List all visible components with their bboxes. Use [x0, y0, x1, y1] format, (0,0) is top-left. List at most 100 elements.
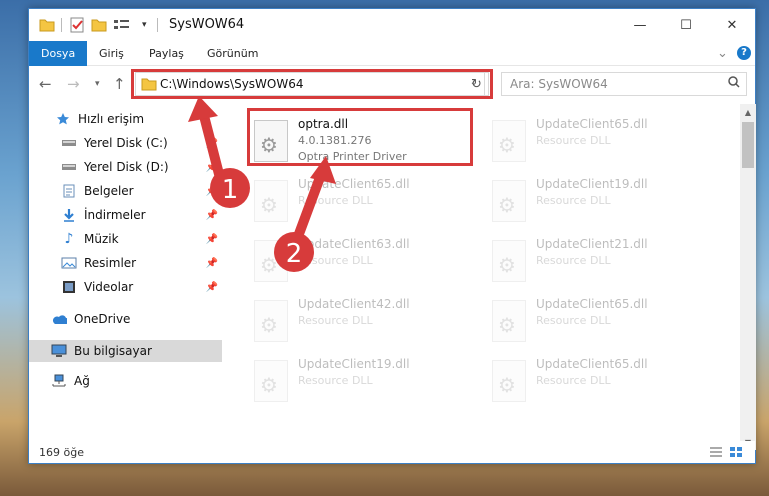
file-name: UpdateClient65.dll [298, 177, 410, 191]
sidebar-item-label: Resimler [84, 256, 137, 270]
vertical-scrollbar[interactable]: ▲ ▼ [740, 104, 756, 450]
file-description: Resource DLL [298, 314, 373, 327]
new-folder-icon[interactable] [91, 17, 107, 33]
scroll-up-icon[interactable]: ▲ [740, 104, 756, 120]
file-description: Resource DLL [298, 254, 373, 267]
file-item[interactable]: ⚙ UpdateClient65.dll Resource DLL [488, 294, 716, 350]
search-placeholder: Ara: SysWOW64 [510, 77, 608, 91]
sidebar-item-label: Bu bilgisayar [74, 344, 152, 358]
file-item[interactable]: ⚙ UpdateClient19.dll Resource DLL [488, 174, 716, 230]
sidebar-item-documents[interactable]: Belgeler 📌 [29, 180, 222, 202]
file-highlight-box [247, 108, 473, 166]
file-description: Resource DLL [298, 374, 373, 387]
file-item[interactable]: ⚙ UpdateClient63.dll Resource DLL [250, 234, 478, 290]
status-bar: 169 öğe [29, 441, 755, 463]
file-item[interactable]: ⚙ UpdateClient42.dll Resource DLL [250, 294, 478, 350]
sidebar-item-quick-access[interactable]: Hızlı erişim [29, 108, 222, 130]
recent-locations-icon[interactable]: ▾ [95, 79, 100, 89]
scroll-thumb[interactable] [742, 122, 754, 168]
pin-icon[interactable]: 📌 [206, 258, 218, 269]
address-highlight-box [131, 69, 493, 99]
search-box[interactable]: Ara: SysWOW64 [501, 72, 747, 96]
sidebar-item-music[interactable]: ♪ Müzik 📌 [29, 228, 222, 250]
sidebar-item-this-pc[interactable]: Bu bilgisayar [29, 340, 222, 362]
sidebar-item-network[interactable]: Ağ [29, 370, 222, 392]
up-arrow-icon[interactable]: ↑ [113, 75, 126, 93]
navigation-pane: Hızlı erişim Yerel Disk (C:) 📌 Yerel Dis… [29, 104, 222, 436]
file-name: UpdateClient19.dll [536, 177, 648, 191]
divider [61, 18, 62, 32]
sidebar-item-label: Videolar [84, 280, 134, 294]
sidebar-item-local-disk-d[interactable]: Yerel Disk (D:) 📌 [29, 156, 222, 178]
sidebar-item-label: Yerel Disk (C:) [84, 136, 168, 150]
view-options-icon[interactable] [113, 17, 131, 33]
dll-file-icon: ⚙ [492, 360, 526, 402]
folder-icon [39, 17, 55, 33]
pin-icon[interactable]: 📌 [206, 234, 218, 245]
file-description: Resource DLL [536, 374, 611, 387]
drive-icon [61, 135, 77, 151]
back-arrow-icon[interactable]: ← [39, 75, 52, 93]
sidebar-item-label: Hızlı erişim [78, 112, 145, 126]
dll-file-icon: ⚙ [254, 360, 288, 402]
file-name: UpdateClient65.dll [536, 357, 648, 371]
pin-icon[interactable]: 📌 [206, 138, 218, 149]
help-icon[interactable]: ? [737, 46, 751, 60]
tab-view[interactable]: Görünüm [207, 41, 258, 66]
file-item[interactable]: ⚙ UpdateClient65.dll Resource DLL [488, 114, 716, 170]
minimize-button[interactable]: — [617, 9, 663, 41]
sidebar-item-label: OneDrive [74, 312, 131, 326]
file-item[interactable]: ⚙ UpdateClient19.dll Resource DLL [250, 354, 478, 410]
file-item[interactable]: ⚙ UpdateClient65.dll Resource DLL [488, 354, 716, 410]
properties-icon[interactable] [69, 17, 85, 33]
details-view-icon[interactable] [709, 446, 723, 461]
window-title: SysWOW64 [169, 17, 245, 32]
sidebar-item-videos[interactable]: Videolar 📌 [29, 276, 222, 298]
sidebar-item-onedrive[interactable]: OneDrive [29, 308, 222, 330]
title-bar: ▾ SysWOW64 — ☐ ✕ [29, 9, 755, 41]
file-item[interactable]: ⚙ UpdateClient65.dll Resource DLL [250, 174, 478, 230]
large-icons-view-icon[interactable] [729, 446, 743, 461]
file-name: UpdateClient65.dll [536, 297, 648, 311]
sidebar-item-downloads[interactable]: İndirmeler 📌 [29, 204, 222, 226]
dll-file-icon: ⚙ [492, 120, 526, 162]
tab-file[interactable]: Dosya [29, 41, 88, 66]
tab-home[interactable]: Giriş [99, 41, 124, 66]
pin-icon[interactable]: 📌 [206, 210, 218, 221]
pin-icon[interactable]: 📌 [206, 282, 218, 293]
customize-toolbar-icon[interactable]: ▾ [142, 17, 147, 33]
sidebar-item-label: Yerel Disk (D:) [84, 160, 169, 174]
maximize-button[interactable]: ☐ [663, 9, 709, 41]
file-name: UpdateClient42.dll [298, 297, 410, 311]
file-item[interactable]: ⚙ UpdateClient21.dll Resource DLL [488, 234, 716, 290]
expand-ribbon-icon[interactable]: ⌄ [717, 41, 728, 66]
dll-file-icon: ⚙ [492, 180, 526, 222]
file-description: Resource DLL [536, 194, 611, 207]
sidebar-item-label: Ağ [74, 374, 90, 388]
pin-icon[interactable]: 📌 [206, 186, 218, 197]
dll-file-icon: ⚙ [254, 300, 288, 342]
drive-icon [61, 159, 77, 175]
sidebar-item-label: Belgeler [84, 184, 134, 198]
search-icon [728, 76, 740, 91]
tab-share[interactable]: Paylaş [149, 41, 184, 66]
network-icon [51, 373, 67, 389]
file-description: Resource DLL [536, 254, 611, 267]
pictures-icon [61, 255, 77, 271]
computer-icon [51, 343, 67, 359]
file-description: Resource DLL [536, 134, 611, 147]
sidebar-item-local-disk-c[interactable]: Yerel Disk (C:) 📌 [29, 132, 222, 154]
pin-icon[interactable]: 📌 [206, 162, 218, 173]
video-icon [61, 279, 77, 295]
document-icon [61, 183, 77, 199]
divider [157, 18, 158, 32]
close-button[interactable]: ✕ [709, 9, 755, 41]
sidebar-item-pictures[interactable]: Resimler 📌 [29, 252, 222, 274]
file-description: Resource DLL [298, 194, 373, 207]
file-description: Resource DLL [536, 314, 611, 327]
dll-file-icon: ⚙ [492, 300, 526, 342]
dll-file-icon: ⚙ [254, 240, 288, 282]
forward-arrow-icon[interactable]: → [67, 75, 80, 93]
file-explorer-window: ▾ SysWOW64 — ☐ ✕ Dosya Giriş Paylaş Görü… [28, 8, 756, 464]
file-name: UpdateClient19.dll [298, 357, 410, 371]
